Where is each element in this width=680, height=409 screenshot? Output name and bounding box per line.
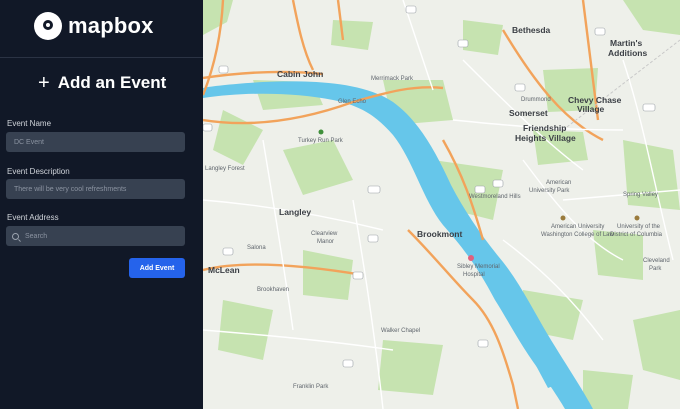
label-spring-valley: Spring Valley: [623, 192, 658, 198]
event-description-placeholder: There will be very cool refreshments: [14, 185, 127, 193]
label-salona: Salona: [247, 245, 266, 251]
label-somerset: Somerset: [509, 108, 548, 118]
label-brookhaven: Brookhaven: [257, 287, 289, 293]
event-name-label: Event Name: [7, 119, 52, 128]
label-american-university: American University: [551, 224, 604, 230]
label-american: American: [546, 180, 571, 186]
sidebar-panel: mapbox + Add an Event Event Name DC Even…: [0, 0, 203, 409]
university-poi-icon-2[interactable]: [634, 215, 640, 221]
label-turkey-run-park: Turkey Run Park: [298, 138, 344, 144]
label-cleveland-park: Park: [649, 266, 662, 272]
label-village: Village: [577, 104, 605, 114]
event-description-input[interactable]: There will be very cool refreshments: [6, 179, 185, 199]
add-event-heading: + Add an Event: [38, 73, 166, 93]
label-walker-chapel: Walker Chapel: [381, 328, 420, 334]
map-svg[interactable]: Bethesda Martin's Additions Cabin John C…: [203, 0, 680, 409]
map-canvas[interactable]: Bethesda Martin's Additions Cabin John C…: [203, 0, 680, 409]
label-mclean: McLean: [208, 265, 240, 275]
event-address-placeholder: Search: [25, 232, 48, 240]
label-hospital: Hospital: [463, 272, 485, 278]
label-langley: Langley: [279, 207, 311, 217]
label-univ-dc: University of the: [617, 224, 661, 230]
label-additions: Additions: [608, 48, 647, 58]
label-clearview: Clearview: [311, 231, 338, 237]
label-westmoreland-hills: Westmoreland Hills: [469, 194, 521, 200]
add-event-title: Add an Event: [57, 73, 167, 92]
label-langley-forest: Langley Forest: [205, 166, 245, 172]
brand: mapbox: [34, 12, 154, 40]
label-bethesda: Bethesda: [512, 25, 551, 35]
add-event-button[interactable]: Add Event: [129, 258, 185, 278]
search-icon: [12, 232, 19, 240]
label-brookmont: Brookmont: [417, 229, 463, 239]
label-merrimack-park: Merrimack Park: [371, 76, 414, 82]
brand-name: mapbox: [68, 13, 154, 38]
label-glen-echo: Glen Echo: [338, 99, 367, 105]
label-friendship: Friendship: [523, 123, 566, 133]
event-name-input[interactable]: DC Event: [6, 132, 185, 152]
sidebar-divider: [0, 57, 203, 58]
label-university-park: University Park: [529, 188, 570, 194]
event-description-label: Event Description: [7, 167, 70, 176]
label-washington-college: Washington College of Law: [541, 232, 614, 238]
event-address-search-input[interactable]: Search: [6, 226, 185, 246]
label-cabin-john: Cabin John: [277, 69, 323, 79]
label-cleveland: Cleveland: [643, 258, 670, 264]
university-poi-icon[interactable]: [560, 215, 566, 221]
label-martins: Martin's: [610, 38, 643, 48]
label-manor: Manor: [317, 239, 334, 245]
label-drummond: Drummond: [521, 97, 551, 103]
event-address-label: Event Address: [7, 213, 59, 222]
label-district-columbia: District of Columbia: [610, 232, 663, 238]
mapbox-logo-icon: [34, 12, 62, 40]
hospital-poi-icon[interactable]: [468, 255, 474, 261]
park-poi-icon[interactable]: [318, 129, 324, 135]
event-name-placeholder: DC Event: [14, 138, 44, 146]
label-heights: Heights Village: [515, 133, 576, 143]
label-sibley: Sibley Memorial: [457, 264, 500, 270]
label-franklin-park: Franklin Park: [293, 384, 329, 390]
plus-icon: +: [38, 72, 50, 94]
app-window: mapbox + Add an Event Event Name DC Even…: [0, 0, 680, 409]
